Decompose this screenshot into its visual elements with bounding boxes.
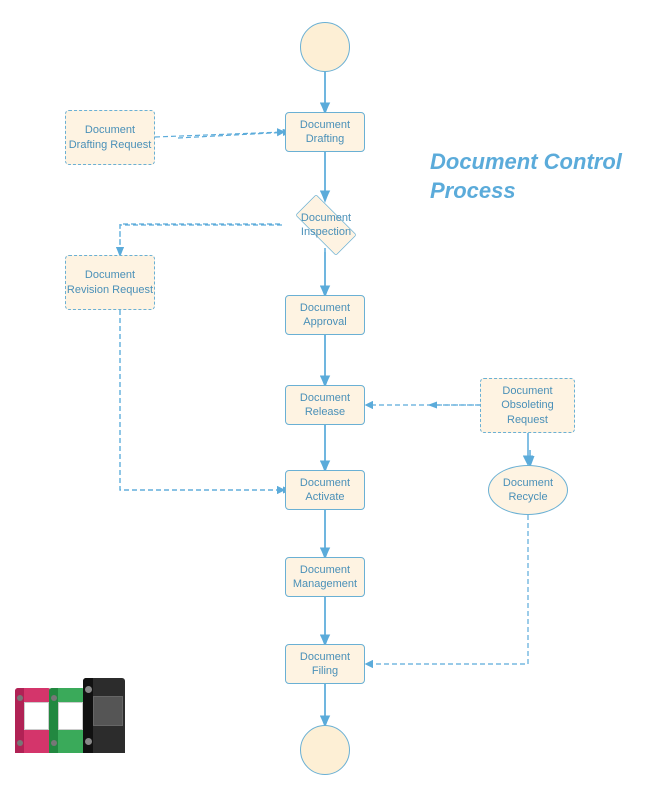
doc-revision-request-node: Document Revision Request xyxy=(65,255,155,310)
doc-management-node: Document Management xyxy=(285,557,365,597)
doc-drafting-request-node: Document Drafting Request xyxy=(65,110,155,165)
doc-obsoleting-request-label: Document Obsoleting Request xyxy=(481,384,574,427)
doc-drafting-request-label: Document Drafting Request xyxy=(66,123,154,152)
diagram: Document Drafting Document Drafting Requ… xyxy=(0,0,650,788)
doc-drafting-label: Document Drafting xyxy=(286,118,364,147)
doc-recycle-label: Document Recycle xyxy=(489,476,567,505)
doc-recycle-node: Document Recycle xyxy=(488,465,568,515)
doc-filing-label: Document Filing xyxy=(286,650,364,679)
doc-approval-label: Document Approval xyxy=(286,301,364,330)
doc-management-label: Document Management xyxy=(286,563,364,592)
doc-inspection-node: Document Inspection xyxy=(278,200,374,250)
doc-drafting-node: Document Drafting xyxy=(285,112,365,152)
doc-release-node: Document Release xyxy=(285,385,365,425)
doc-obsoleting-request-node: Document Obsoleting Request xyxy=(480,378,575,433)
end-circle xyxy=(300,725,350,775)
doc-release-label: Document Release xyxy=(286,391,364,420)
doc-activate-node: Document Activate xyxy=(285,470,365,510)
binders-illustration xyxy=(15,678,125,753)
doc-revision-request-label: Document Revision Request xyxy=(66,268,154,297)
doc-filing-node: Document Filing xyxy=(285,644,365,684)
doc-activate-label: Document Activate xyxy=(286,476,364,505)
doc-approval-node: Document Approval xyxy=(285,295,365,335)
doc-inspection-label: Document Inspection xyxy=(278,211,374,240)
start-circle xyxy=(300,22,350,72)
diagram-title: Document Control Process xyxy=(430,148,650,205)
